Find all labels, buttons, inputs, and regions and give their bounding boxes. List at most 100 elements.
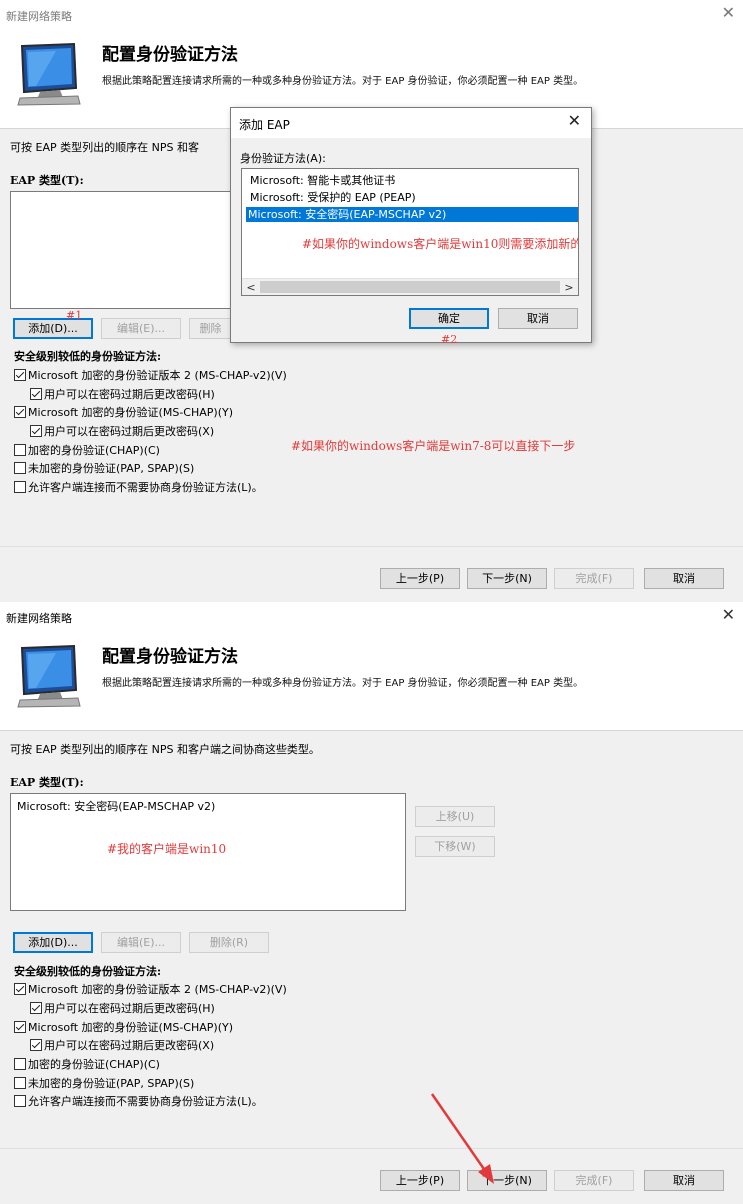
annotation-step1: #1 <box>66 309 83 322</box>
cancel-button[interactable]: 取消 <box>644 1170 724 1191</box>
finish-button[interactable]: 完成(F) <box>554 568 634 589</box>
option-mschap-change-password[interactable]: 用户可以在密码过期后更改密码(X) <box>30 1039 214 1053</box>
edit-button[interactable]: 编辑(E)... <box>101 932 181 953</box>
option-mschap[interactable]: Microsoft 加密的身份验证(MS-CHAP)(Y) <box>14 406 233 420</box>
move-up-button[interactable]: 上移(U) <box>415 806 495 827</box>
option-label: 用户可以在密码过期后更改密码(H) <box>44 1002 215 1015</box>
checkbox[interactable] <box>14 1058 26 1070</box>
option-mschapv2-change-password[interactable]: 用户可以在密码过期后更改密码(H) <box>30 388 215 402</box>
wizard-header: 配置身份验证方法 根据此策略配置连接请求所需的一种或多种身份验证方法。对于 EA… <box>0 632 743 730</box>
annotation-arrow-icon <box>430 1093 494 1184</box>
option-pap[interactable]: 未加密的身份验证(PAP, SPAP)(S) <box>14 462 194 476</box>
checkbox[interactable] <box>14 369 26 381</box>
auth-methods-heading: 安全级别较低的身份验证方法: <box>14 965 162 978</box>
close-icon[interactable]: ✕ <box>722 607 735 623</box>
option-label: 允许客户端连接而不需要协商身份验证方法(L)。 <box>28 1095 263 1108</box>
option-no-negotiation[interactable]: 允许客户端连接而不需要协商身份验证方法(L)。 <box>14 1095 263 1109</box>
option-label: 未加密的身份验证(PAP, SPAP)(S) <box>28 1077 195 1090</box>
option-label: 用户可以在密码过期后更改密码(H) <box>44 388 215 401</box>
option-label: Microsoft 加密的身份验证(MS-CHAP)(Y) <box>28 406 233 419</box>
monitor-icon <box>17 644 81 708</box>
wizard-body: 可按 EAP 类型列出的顺序在 NPS 和客户端之间协商这些类型。 EAP 类型… <box>0 730 743 1148</box>
dialog-title: 添加 EAP <box>239 118 290 132</box>
annotation-win7-note: #如果你的windows客户端是win7-8可以直接下一步 <box>291 439 576 453</box>
checkbox[interactable] <box>30 1039 42 1051</box>
scrollbar-thumb[interactable] <box>260 281 560 293</box>
window-titlebar: 新建网络策略 ✕ <box>0 0 743 30</box>
list-item[interactable]: Microsoft: 安全密码(EAP-MSCHAP v2) <box>246 207 578 222</box>
checkbox[interactable] <box>14 1077 26 1089</box>
option-pap[interactable]: 未加密的身份验证(PAP, SPAP)(S) <box>14 1077 194 1091</box>
new-network-policy-wizard-top: 新建网络策略 ✕ 配置身份验证方法 根据此策略配置连接请求所需的一种或多种身份验… <box>0 0 743 602</box>
monitor-icon <box>17 42 81 106</box>
checkbox[interactable] <box>30 425 42 437</box>
list-item[interactable]: Microsoft: 受保护的 EAP (PEAP) <box>248 190 572 205</box>
option-no-negotiation[interactable]: 允许客户端连接而不需要协商身份验证方法(L)。 <box>14 481 263 495</box>
checkbox[interactable] <box>14 1021 26 1033</box>
finish-button[interactable]: 完成(F) <box>554 1170 634 1191</box>
checkbox[interactable] <box>30 388 42 400</box>
eap-types-list[interactable]: Microsoft: 安全密码(EAP-MSCHAP v2) #我的客户端是wi… <box>10 793 406 911</box>
option-mschap[interactable]: Microsoft 加密的身份验证(MS-CHAP)(Y) <box>14 1021 233 1035</box>
remove-button[interactable]: 删除(R) <box>189 932 269 953</box>
scroll-right-icon[interactable]: > <box>561 280 577 295</box>
list-item[interactable]: Microsoft: 智能卡或其他证书 <box>248 173 572 188</box>
page-title: 配置身份验证方法 <box>102 647 238 667</box>
move-down-button[interactable]: 下移(W) <box>415 836 495 857</box>
page-description: 根据此策略配置连接请求所需的一种或多种身份验证方法。对于 EAP 身份验证，你必… <box>102 678 584 689</box>
wizard-footer: 上一步(P) 下一步(N) 完成(F) 取消 <box>0 1148 743 1204</box>
next-button[interactable]: 下一步(N) <box>467 568 547 589</box>
option-label: Microsoft 加密的身份验证版本 2 (MS-CHAP-v2)(V) <box>28 983 287 996</box>
option-label: 允许客户端连接而不需要协商身份验证方法(L)。 <box>28 481 263 494</box>
wizard-footer: 上一步(P) 下一步(N) 完成(F) 取消 <box>0 546 743 602</box>
checkbox[interactable] <box>14 406 26 418</box>
checkbox[interactable] <box>14 481 26 493</box>
add-button[interactable]: 添加(D)... <box>13 932 93 953</box>
new-network-policy-wizard-bottom: 新建网络策略 ✕ 配置身份验证方法 根据此策略配置连接请求所需的一种或多种身份验… <box>0 602 743 1204</box>
annotation-client-note: #我的客户端是win10 <box>107 842 227 856</box>
annotation-win10-note: #如果你的windows客户端是win10则需要添加新的验证方式 <box>302 237 579 251</box>
option-label: 用户可以在密码过期后更改密码(X) <box>44 1039 215 1052</box>
remove-button[interactable]: 删除 <box>189 318 231 339</box>
window-title: 新建网络策略 <box>6 10 72 23</box>
ok-button[interactable]: 确定 <box>409 308 489 329</box>
checkbox[interactable] <box>30 1002 42 1014</box>
back-button[interactable]: 上一步(P) <box>380 568 460 589</box>
window-titlebar: 新建网络策略 ✕ <box>0 602 743 632</box>
intro-text: 可按 EAP 类型列出的顺序在 NPS 和客 <box>10 141 199 154</box>
option-label: 未加密的身份验证(PAP, SPAP)(S) <box>28 462 195 475</box>
checkbox[interactable] <box>14 983 26 995</box>
option-label: Microsoft 加密的身份验证版本 2 (MS-CHAP-v2)(V) <box>28 369 287 382</box>
cancel-button[interactable]: 取消 <box>644 568 724 589</box>
checkbox[interactable] <box>14 444 26 456</box>
intro-text: 可按 EAP 类型列出的顺序在 NPS 和客户端之间协商这些类型。 <box>10 743 320 756</box>
option-mschapv2[interactable]: Microsoft 加密的身份验证版本 2 (MS-CHAP-v2)(V) <box>14 983 287 997</box>
close-icon[interactable]: ✕ <box>722 5 735 21</box>
scroll-left-icon[interactable]: < <box>243 280 259 295</box>
horizontal-scrollbar[interactable]: < > <box>242 278 578 295</box>
option-label: Microsoft 加密的身份验证(MS-CHAP)(Y) <box>28 1021 233 1034</box>
option-mschap-change-password[interactable]: 用户可以在密码过期后更改密码(X) <box>30 425 214 439</box>
edit-button[interactable]: 编辑(E)... <box>101 318 181 339</box>
checkbox[interactable] <box>14 1095 26 1107</box>
page-title: 配置身份验证方法 <box>102 45 238 65</box>
auth-methods-heading: 安全级别较低的身份验证方法: <box>14 350 162 363</box>
option-mschapv2-change-password[interactable]: 用户可以在密码过期后更改密码(H) <box>30 1002 215 1016</box>
dialog-titlebar: 添加 EAP ✕ <box>231 108 591 138</box>
option-mschapv2[interactable]: Microsoft 加密的身份验证版本 2 (MS-CHAP-v2)(V) <box>14 369 287 383</box>
option-label: 加密的身份验证(CHAP)(C) <box>28 444 160 457</box>
list-item[interactable]: Microsoft: 安全密码(EAP-MSCHAP v2) <box>17 798 215 814</box>
option-label: 用户可以在密码过期后更改密码(X) <box>44 425 215 438</box>
auth-methods-list[interactable]: Microsoft: 智能卡或其他证书 Microsoft: 受保护的 EAP … <box>241 168 579 296</box>
add-eap-dialog: 添加 EAP ✕ 身份验证方法(A): Microsoft: 智能卡或其他证书 … <box>230 107 592 346</box>
eap-types-label: EAP 类型(T): <box>10 776 84 789</box>
auth-methods-label: 身份验证方法(A): <box>240 152 326 165</box>
eap-types-label: EAP 类型(T): <box>10 174 84 187</box>
window-title: 新建网络策略 <box>6 612 72 625</box>
option-chap[interactable]: 加密的身份验证(CHAP)(C) <box>14 444 160 458</box>
option-chap[interactable]: 加密的身份验证(CHAP)(C) <box>14 1058 160 1072</box>
option-label: 加密的身份验证(CHAP)(C) <box>28 1058 160 1071</box>
dialog-cancel-button[interactable]: 取消 <box>498 308 578 329</box>
checkbox[interactable] <box>14 462 26 474</box>
close-icon[interactable]: ✕ <box>568 113 581 129</box>
